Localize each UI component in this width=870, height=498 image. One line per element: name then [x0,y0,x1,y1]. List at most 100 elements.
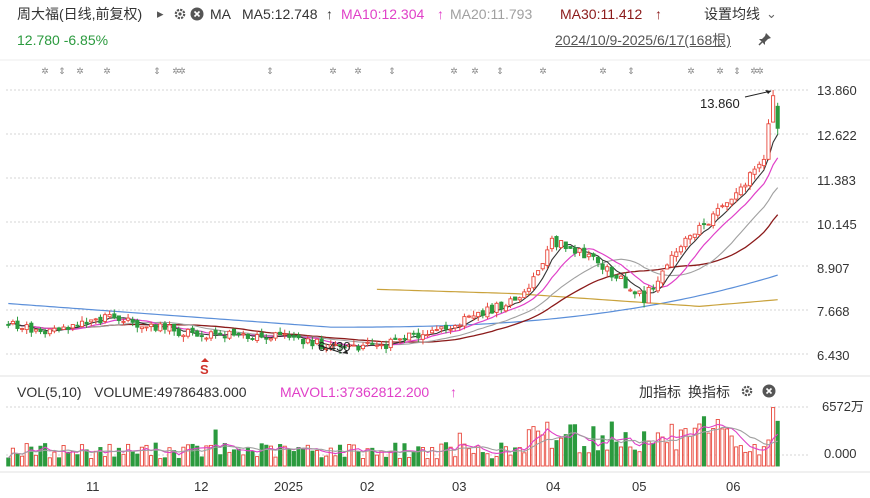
volume-bar [75,454,80,467]
volume-bar [715,419,720,467]
volume-bar [84,449,89,467]
candle [176,328,181,336]
candle [642,290,647,303]
volume-gear-icon[interactable] [740,384,754,398]
candle [388,338,393,349]
event-marker-icon: ✲ [103,66,111,76]
candle [503,305,508,312]
candle [752,168,757,175]
candle [305,338,310,344]
candle [301,338,306,345]
low-annotation: 6.430 [318,339,351,354]
switch-indicator-button[interactable]: 换指标 [688,384,730,400]
volume-bar [771,407,776,467]
candle [56,327,62,331]
candle [379,344,384,347]
candle [20,328,25,330]
volume-bar [757,454,762,467]
candle [637,290,642,295]
volume-bar [559,437,564,467]
volume-bar [425,458,430,467]
volume-bar [508,454,513,467]
volume-bar [582,446,587,467]
candle [43,331,48,335]
candle [499,301,504,310]
volume-bar [158,458,163,467]
candle [775,105,780,129]
candle [384,344,389,349]
volume-bar [618,446,624,467]
candle [720,205,725,208]
volume-bar [674,449,679,467]
volume-bar [614,441,619,467]
event-marker-icon: ⇕ [496,66,504,76]
candle [734,192,739,200]
volume-bar [724,428,730,467]
candle [434,329,439,331]
candle [466,315,472,318]
volume-bar [56,457,62,467]
candle [586,253,591,258]
candle [181,334,186,338]
candlestick-chart[interactable]: ✲ ⇕ ✲ ✲ ⇕ ✲✲ ⇕ ✲ ✲ ⇕ ✲ ✲ ⇕ ✲ ✲ ⇕ ✲ ✲ ⇕ ✲✲ [0,0,870,498]
candle [743,184,748,188]
volume-bar [554,440,559,467]
volume-bar [711,428,716,467]
add-indicator-button[interactable]: 加指标 [639,384,681,400]
volume-bar [655,432,660,467]
candle [554,236,559,248]
volume-bar [457,432,462,467]
candle [614,274,619,279]
candle [462,316,467,327]
x-label: 04 [546,479,561,494]
volume-bar [273,456,278,467]
volume-bar [301,448,306,467]
volume-bar [563,434,568,467]
candle [513,296,518,301]
candle [393,337,398,340]
event-marker-icon: ✲ [716,66,724,76]
volume-bar [609,421,614,467]
candle [453,325,458,329]
candle [618,275,624,279]
candle [448,328,453,331]
candle [356,345,361,351]
candle [370,342,375,345]
candle [144,326,149,329]
candle [761,158,766,167]
price-tick: 11.383 [817,173,856,188]
volume-bar [388,451,393,467]
candle [430,329,435,334]
candle [545,249,550,266]
candle [724,202,730,207]
candle [706,223,711,226]
volume-bar [393,442,398,467]
candle [79,320,85,327]
candle [577,248,582,253]
candle [609,266,614,278]
volume-bar [121,453,126,467]
candle [107,314,112,318]
x-label: 06 [726,479,741,494]
event-marker-icon: ⇕ [627,66,635,76]
event-marker-icon: ✲ [178,66,186,76]
volume-close-icon[interactable] [762,384,776,398]
volume-bar [540,434,545,467]
candle [747,172,753,187]
candle [540,263,545,270]
candle [172,323,177,332]
candle [457,324,462,327]
volume-bar [402,443,407,467]
candle [559,240,564,249]
volume-bar [190,443,195,467]
x-label: 03 [452,479,467,494]
volume-bar [93,450,98,467]
candle [116,315,121,321]
volume-bar [485,453,490,467]
volume-bar [397,457,402,467]
volume-bar [314,450,320,467]
event-marker-icon: ⇕ [153,66,161,76]
ma5-line [8,134,779,348]
candle [33,328,38,332]
volume-bar [360,458,366,467]
